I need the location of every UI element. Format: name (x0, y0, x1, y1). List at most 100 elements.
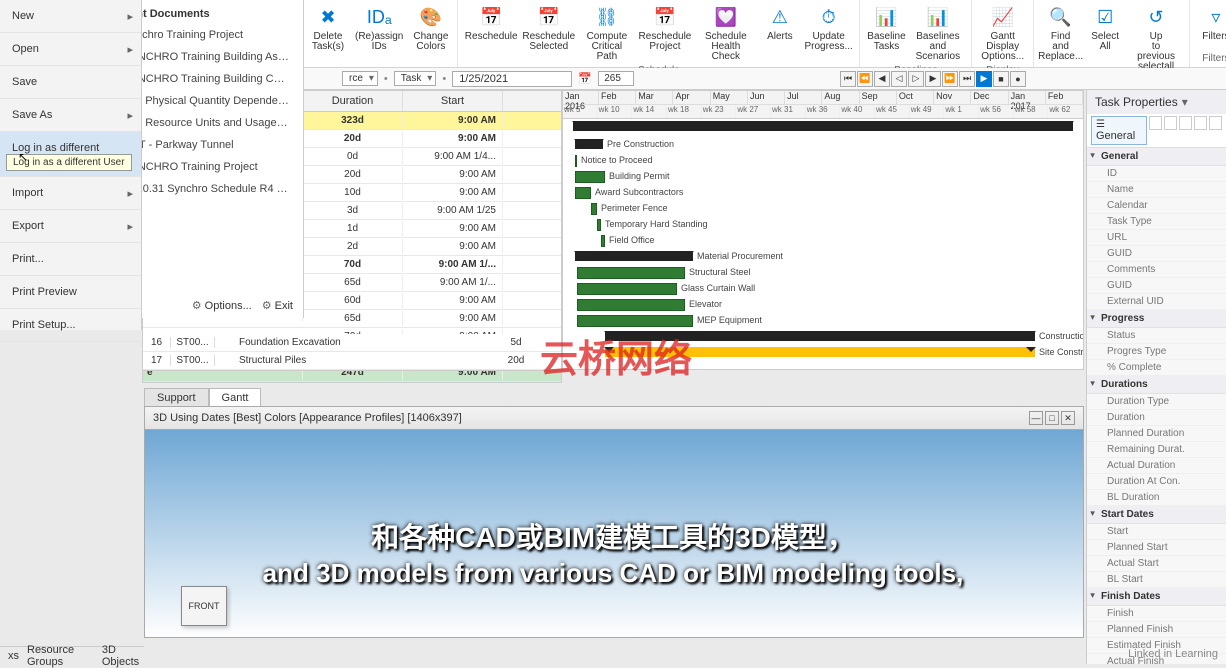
ribbon-delete-task-s-[interactable]: ✖Delete Task(s) (308, 2, 348, 63)
ribbon-reschedule-project[interactable]: 📅Reschedule Project (638, 2, 692, 64)
col-duration[interactable]: Duration (303, 91, 403, 111)
ribbon-select-all[interactable]: ☑Select All (1085, 2, 1125, 74)
prop-item[interactable]: GUID (1087, 246, 1226, 262)
tab-support[interactable]: Support (144, 388, 209, 407)
file-menu-print-preview[interactable]: Print Preview (0, 276, 141, 309)
date-picker-icon[interactable]: 📅 (578, 72, 592, 85)
col-start[interactable]: Start (403, 91, 503, 111)
prop-item[interactable]: Duration (1087, 410, 1226, 426)
prop-item[interactable]: Duration At Con. (1087, 474, 1226, 490)
gantt-bar[interactable] (591, 203, 597, 215)
file-menu-save-as[interactable]: Save As (0, 99, 141, 132)
record-icon[interactable]: ● (1010, 71, 1026, 87)
file-menu-new[interactable]: New (0, 0, 141, 33)
gantt-bar[interactable] (597, 219, 601, 231)
nav-last-icon[interactable]: ⏭ (959, 71, 975, 87)
prop-item[interactable]: Name (1087, 182, 1226, 198)
ribbon-baselines-and-scenarios[interactable]: 📊Baselines and Scenarios (910, 2, 965, 64)
prop-item[interactable]: BL Duration (1087, 490, 1226, 506)
ribbon-schedule-health-check[interactable]: 💟Schedule Health Check (696, 2, 756, 64)
combo-source[interactable]: rce (342, 71, 378, 86)
gantt-bar[interactable] (575, 155, 577, 167)
prop-item[interactable]: Duration Type (1087, 394, 1226, 410)
ribbon-update-progress-[interactable]: ⏱Update Progress... (804, 2, 854, 64)
play-icon[interactable]: ▶ (976, 71, 992, 87)
file-menu-save[interactable]: Save (0, 66, 141, 99)
gantt-bar[interactable] (601, 235, 605, 247)
stop-icon[interactable]: ■ (993, 71, 1009, 87)
ribbon-gantt-display-options-[interactable]: 📈Gantt Display Options... (978, 2, 1027, 64)
prop-item[interactable]: Progres Type (1087, 344, 1226, 360)
prop-item[interactable]: External UID (1087, 294, 1226, 310)
gantt-bar[interactable] (577, 283, 677, 295)
nav-step-fwd-icon[interactable]: ▷ (908, 71, 924, 87)
prop-item[interactable]: Comments (1087, 262, 1226, 278)
prop-item[interactable]: % Complete (1087, 360, 1226, 376)
ribbon-compute-critical-path[interactable]: ⛓Compute Critical Path (580, 2, 635, 64)
table-row[interactable]: 17ST00...Structural Piles20d (143, 352, 561, 370)
prop-item[interactable]: URL (1087, 230, 1226, 246)
gantt-bar[interactable] (577, 267, 685, 279)
prop-item[interactable]: Status (1087, 328, 1226, 344)
maximize-icon[interactable]: □ (1045, 411, 1059, 425)
file-menu-open[interactable]: Open (0, 33, 141, 66)
gantt-bar[interactable] (577, 315, 693, 327)
file-menu-print-[interactable]: Print... (0, 243, 141, 276)
tab-gantt[interactable]: Gantt (209, 388, 262, 407)
gantt-bar[interactable] (575, 139, 603, 149)
gantt-bar[interactable] (575, 251, 693, 261)
prop-section-general[interactable]: General (1087, 148, 1226, 166)
minimize-icon[interactable]: — (1029, 411, 1043, 425)
exit-link[interactable]: Exit (262, 299, 293, 312)
options-link[interactable]: Options... (192, 299, 252, 312)
close-icon[interactable]: ✕ (1061, 411, 1075, 425)
file-menu-export[interactable]: Export (0, 210, 141, 243)
prop-item[interactable]: Planned Duration (1087, 426, 1226, 442)
props-tab-icon-2[interactable] (1164, 116, 1177, 130)
prop-section-finish-dates[interactable]: Finish Dates (1087, 588, 1226, 606)
combo-task[interactable]: Task (394, 71, 437, 86)
file-menu-print-setup-[interactable]: Print Setup... (0, 309, 141, 342)
prop-item[interactable]: Remaining Durat. (1087, 442, 1226, 458)
prop-section-durations[interactable]: Durations (1087, 376, 1226, 394)
table-row[interactable]: 16ST00...Foundation Excavation5d (143, 334, 561, 352)
date-field[interactable]: 1/25/2021 (452, 71, 572, 87)
nav-first-icon[interactable]: ⏮ (840, 71, 856, 87)
ribbon-alerts[interactable]: ⚠Alerts (760, 2, 800, 64)
gantt-bar[interactable] (573, 121, 1073, 131)
props-tab-icon-1[interactable] (1149, 116, 1162, 130)
view-cube-front[interactable]: FRONT (181, 586, 227, 626)
ribbon-filters[interactable]: ▿Filters (1196, 2, 1226, 52)
prop-item[interactable]: GUID (1087, 278, 1226, 294)
nav-next-icon[interactable]: ▶ (925, 71, 941, 87)
nav-next2-icon[interactable]: ⏩ (942, 71, 958, 87)
props-tab-icon-3[interactable] (1179, 116, 1192, 130)
ribbon-change-colors[interactable]: 🎨Change Colors (410, 2, 451, 63)
props-tab-icon-5[interactable] (1209, 116, 1222, 130)
props-tab-icon-4[interactable] (1194, 116, 1207, 130)
nav-prev-icon[interactable]: ◀ (874, 71, 890, 87)
prop-section-progress[interactable]: Progress (1087, 310, 1226, 328)
file-menu-import[interactable]: Import (0, 177, 141, 210)
prop-item[interactable]: Task Type (1087, 214, 1226, 230)
ribbon-reschedule[interactable]: 📅Reschedule (464, 2, 518, 64)
nav-prev2-icon[interactable]: ⏪ (857, 71, 873, 87)
prop-item[interactable]: Actual Duration (1087, 458, 1226, 474)
gantt-bar[interactable] (577, 299, 685, 311)
nav-step-back-icon[interactable]: ◁ (891, 71, 907, 87)
prop-item[interactable]: ID (1087, 166, 1226, 182)
props-tab-general[interactable]: ☰ General (1091, 116, 1147, 145)
zoom-field[interactable]: 265 (598, 71, 634, 86)
props-title[interactable]: Task Properties (1087, 90, 1226, 114)
ribbon-reschedule-selected[interactable]: 📅Reschedule Selected (522, 2, 576, 64)
ribbon--re-assign-ids[interactable]: IDₐ(Re)assign IDs (352, 2, 406, 63)
prop-item[interactable]: Calendar (1087, 198, 1226, 214)
ribbon-find-and-replace-[interactable]: 🔍Find and Replace... (1040, 2, 1081, 74)
ribbon-up-to-previous-selectall[interactable]: ↺Up to previous selectall (1129, 2, 1183, 74)
gantt-bar[interactable] (575, 187, 591, 199)
prop-item[interactable]: Finish (1087, 606, 1226, 622)
prop-item[interactable]: Planned Finish (1087, 622, 1226, 638)
gantt-bar[interactable] (575, 171, 605, 183)
ribbon-baseline-tasks[interactable]: 📊Baseline Tasks (866, 2, 906, 64)
btab-1[interactable]: xs (8, 650, 19, 662)
